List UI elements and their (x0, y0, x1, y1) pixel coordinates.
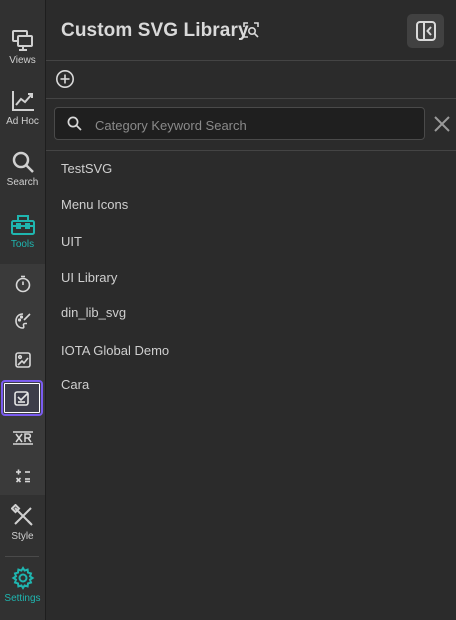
nav-adhoc-label: Ad Hoc (6, 116, 39, 127)
palette-pencil-icon (14, 313, 31, 329)
nav-tools-label: Tools (10, 239, 35, 250)
tool-svg-library[interactable] (1, 380, 43, 416)
toolbox-icon (10, 215, 35, 235)
monitor-icon (11, 30, 33, 51)
line-chart-icon (11, 91, 34, 111)
nav-views[interactable]: Views (0, 28, 45, 67)
search-input[interactable] (93, 114, 417, 136)
scan-search-icon[interactable] (243, 22, 259, 38)
nav-style-label: Style (11, 531, 34, 542)
svg-library-icon (14, 391, 29, 406)
tools-submenu (0, 264, 45, 495)
header-divider (46, 60, 456, 61)
search-icon (67, 116, 82, 131)
rail-divider (5, 556, 39, 557)
nav-search[interactable]: Search (0, 150, 45, 189)
nav-settings[interactable]: Settings (0, 566, 45, 605)
close-icon[interactable] (433, 115, 451, 133)
tool-palette[interactable] (0, 306, 45, 336)
tool-timer[interactable] (0, 269, 45, 299)
calculator-ops-icon (15, 469, 30, 483)
nav-style[interactable]: Style (0, 504, 45, 543)
stopwatch-icon (15, 275, 30, 293)
tool-xr[interactable] (0, 423, 45, 453)
svg-library-panel: Custom SVG Library TestSVG Menu Icons UI… (46, 0, 456, 620)
library-item[interactable]: UI Library (61, 270, 117, 285)
library-item[interactable]: UIT (61, 234, 82, 249)
search-field[interactable] (54, 107, 425, 140)
search-divider (46, 150, 456, 151)
toolbar-divider (46, 98, 456, 99)
left-nav-rail: Views Ad Hoc Search Tools Style Settings (0, 0, 46, 620)
nav-tools[interactable]: Tools (0, 212, 45, 251)
xr-icon (12, 431, 33, 445)
brush-pencil-icon (10, 504, 33, 526)
nav-search-label: Search (6, 177, 39, 188)
tool-calculator[interactable] (0, 461, 45, 491)
collapse-panel-button[interactable] (407, 14, 444, 48)
magnifier-icon (12, 151, 34, 173)
page-title: Custom SVG Library (61, 20, 249, 41)
nav-views-label: Views (9, 55, 36, 66)
library-item[interactable]: Cara (61, 377, 89, 392)
nav-settings-label: Settings (4, 593, 41, 604)
library-item[interactable]: IOTA Global Demo (61, 343, 169, 358)
nav-adhoc[interactable]: Ad Hoc (0, 89, 45, 128)
gear-icon (11, 566, 34, 590)
library-item[interactable]: Menu Icons (61, 197, 128, 212)
library-item[interactable]: TestSVG (61, 161, 112, 176)
tool-image-edit[interactable] (0, 345, 45, 375)
library-item[interactable]: din_lib_svg (61, 305, 126, 320)
image-edit-icon (14, 352, 31, 368)
plus-circle-icon[interactable] (55, 69, 75, 89)
collapse-panel-icon (415, 21, 436, 41)
